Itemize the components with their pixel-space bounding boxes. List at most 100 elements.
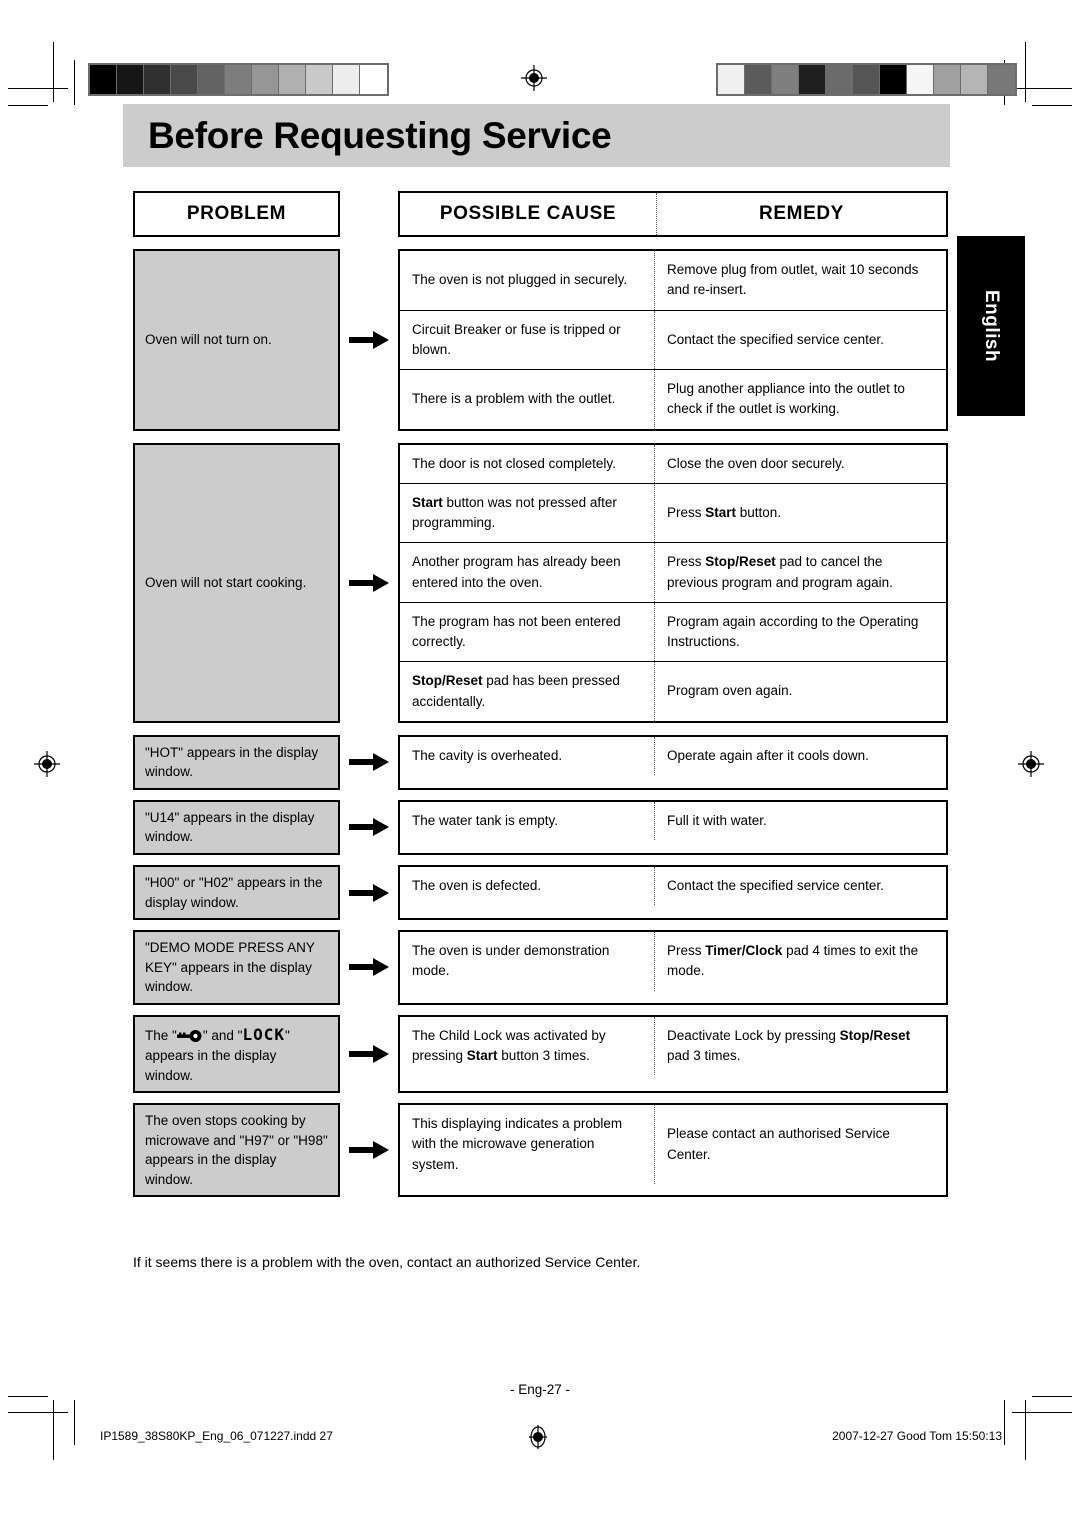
remedy-cell: Program oven again.: [655, 662, 946, 721]
possible-cause-cell: This displaying indicates a problem with…: [400, 1105, 655, 1184]
remedy-text: Press Stop/Reset pad to cancel the previ…: [667, 554, 893, 590]
possible-cause-cell: Circuit Breaker or fuse is tripped or bl…: [400, 310, 655, 369]
column-header-remedy: REMEDY: [759, 203, 844, 224]
table-row: Another program has already been entered…: [400, 543, 946, 603]
possible-cause-text: The cavity is overheated.: [412, 747, 563, 763]
cause-remedy-rows: The oven is not plugged in securely. Remo…: [398, 249, 948, 431]
crop-mark-tl-v2: [74, 60, 75, 105]
step-wedge-cell: [90, 65, 117, 94]
remedy-cell: Full it with water.: [655, 802, 946, 840]
problem-text: "HOT" appears in the display window.: [145, 744, 319, 780]
remedy-text: Operate again after it cools down.: [667, 747, 869, 763]
remedy-text: Press Timer/Clock pad 4 times to exit th…: [667, 943, 919, 979]
possible-cause-cell: The water tank is empty.: [400, 801, 655, 841]
troubleshooting-group: Oven will not start cooking. The door is …: [133, 442, 948, 723]
problem-text: Oven will not start cooking.: [145, 574, 307, 590]
problem-text: "H00" or "H02" appears in the display wi…: [145, 875, 323, 910]
table-row: The oven is not plugged in securely. Remo…: [400, 251, 946, 311]
arrow-icon: [340, 930, 398, 1005]
key-icon-svg: [176, 1029, 202, 1042]
emphasis-text: Stop/Reset: [412, 673, 483, 689]
arrow-icon: [340, 735, 398, 790]
possible-cause-text: The door is not closed completely.: [412, 455, 616, 471]
crop-mark-bl-h: [8, 1412, 68, 1413]
cause-remedy-rows: The oven is under demonstration mode. Pre…: [398, 930, 948, 1005]
arrow-icon-svg: [349, 573, 389, 592]
arrow-icon-svg: [349, 958, 389, 977]
arrow-icon-svg: [349, 818, 389, 837]
table-row: There is a problem with the outlet. Plug …: [400, 370, 946, 429]
step-wedge-cell: [880, 65, 907, 94]
remedy-cell: Press Timer/Clock pad 4 times to exit th…: [655, 932, 946, 991]
remedy-text: Plug another appliance into the outlet t…: [667, 381, 905, 417]
crop-mark-br-v2: [1004, 1400, 1005, 1445]
emphasis-text: Timer/Clock: [705, 943, 783, 959]
arrow-icon: [340, 249, 398, 431]
crop-mark-bl-v2: [74, 1400, 75, 1445]
table-row: The program has not been entered correct…: [400, 602, 946, 663]
step-wedge-cell: [826, 65, 853, 94]
troubleshooting-group: "HOT" appears in the display window. The …: [133, 734, 948, 790]
problem-text: "DEMO MODE PRESS ANY KEY" appears in the…: [145, 940, 315, 995]
problem-text: Oven will not turn on.: [145, 331, 272, 347]
remedy-text: Press Start button.: [667, 504, 782, 520]
crop-mark-bl-v: [53, 1400, 54, 1460]
troubleshooting-group: The " " and "LOCK" appears in the display…: [133, 1014, 948, 1094]
column-header-possible-cause: POSSIBLE CAUSE: [400, 193, 657, 235]
seven-segment-lock-text: LOCK: [242, 1024, 285, 1044]
remedy-text: Remove plug from outlet, wait 10 seconds…: [667, 262, 919, 298]
possible-cause-cell: The oven is defected.: [400, 867, 655, 906]
problem-cell: The oven stops cooking by microwave and …: [133, 1103, 340, 1198]
table-row: The water tank is empty. Full it with wat…: [400, 801, 946, 841]
possible-cause-cell: Start button was not pressed after progr…: [400, 483, 655, 543]
emphasis-text: Start: [705, 504, 737, 520]
possible-cause-text: Start button was not pressed after progr…: [412, 494, 617, 530]
registration-mark-right: [1018, 751, 1044, 777]
troubleshooting-group: The oven stops cooking by microwave and …: [133, 1103, 948, 1198]
possible-cause-text: The oven is not plugged in securely.: [412, 272, 628, 288]
problem-text: The " " and "LOCK" appears in the display…: [145, 1024, 290, 1083]
arrow-icon-svg: [349, 753, 389, 772]
troubleshooting-table: Oven will not turn on. The oven is not pl…: [133, 249, 948, 1207]
remedy-cell: Plug another appliance into the outlet t…: [655, 370, 946, 429]
remedy-text: Program again according to the Operating…: [667, 613, 919, 649]
cause-remedy-rows: The water tank is empty. Full it with wat…: [398, 799, 948, 855]
step-wedge-cell: [718, 65, 745, 94]
possible-cause-cell: There is a problem with the outlet.: [400, 370, 655, 429]
cause-remedy-rows: The oven is defected. Contact the specifi…: [398, 865, 948, 921]
crop-mark-tl-h: [8, 88, 68, 89]
step-wedge-cell: [333, 65, 360, 94]
remedy-cell: Please contact an authorised Service Cen…: [655, 1105, 946, 1184]
step-wedge-cell: [772, 65, 799, 94]
grayscale-step-wedge-left: [88, 63, 389, 96]
step-wedge-cell: [144, 65, 171, 94]
crop-mark-tr-v: [1025, 42, 1026, 102]
arrow-icon-svg: [349, 1044, 389, 1063]
problem-text: "U14" appears in the display window.: [145, 809, 315, 845]
language-tab-english: English: [957, 236, 1025, 416]
possible-cause-cell: Another program has already been entered…: [400, 543, 655, 602]
step-wedge-cell: [225, 65, 252, 94]
problem-text: The oven stops cooking by microwave and …: [145, 1113, 328, 1187]
troubleshooting-group: "H00" or "H02" appears in the display wi…: [133, 865, 948, 921]
column-header-problem: PROBLEM: [133, 191, 340, 237]
cause-remedy-rows: The door is not closed completely. Close …: [398, 442, 948, 723]
step-wedge-cell: [988, 65, 1015, 94]
problem-cell: Oven will not turn on.: [133, 249, 340, 431]
possible-cause-text: There is a problem with the outlet.: [412, 391, 616, 407]
possible-cause-text: The program has not been entered correct…: [412, 613, 621, 649]
possible-cause-text: The oven is defected.: [412, 878, 542, 893]
step-wedge-cell: [853, 65, 880, 94]
page-number: - Eng-27 -: [509, 1382, 571, 1397]
remedy-text: Program oven again.: [667, 683, 793, 699]
step-wedge-cell: [252, 65, 279, 94]
crop-mark-br-h: [1012, 1412, 1072, 1413]
arrow-icon: [340, 865, 398, 920]
page-title-band: Before Requesting Service: [123, 104, 950, 167]
registration-mark-top: [521, 65, 547, 91]
possible-cause-cell: The oven is under demonstration mode.: [400, 932, 655, 991]
possible-cause-cell: The cavity is overheated.: [400, 736, 655, 775]
remedy-cell: Press Start button.: [655, 484, 946, 543]
remedy-text: Close the oven door securely.: [667, 455, 845, 471]
remedy-cell: Program again according to the Operating…: [655, 603, 946, 662]
